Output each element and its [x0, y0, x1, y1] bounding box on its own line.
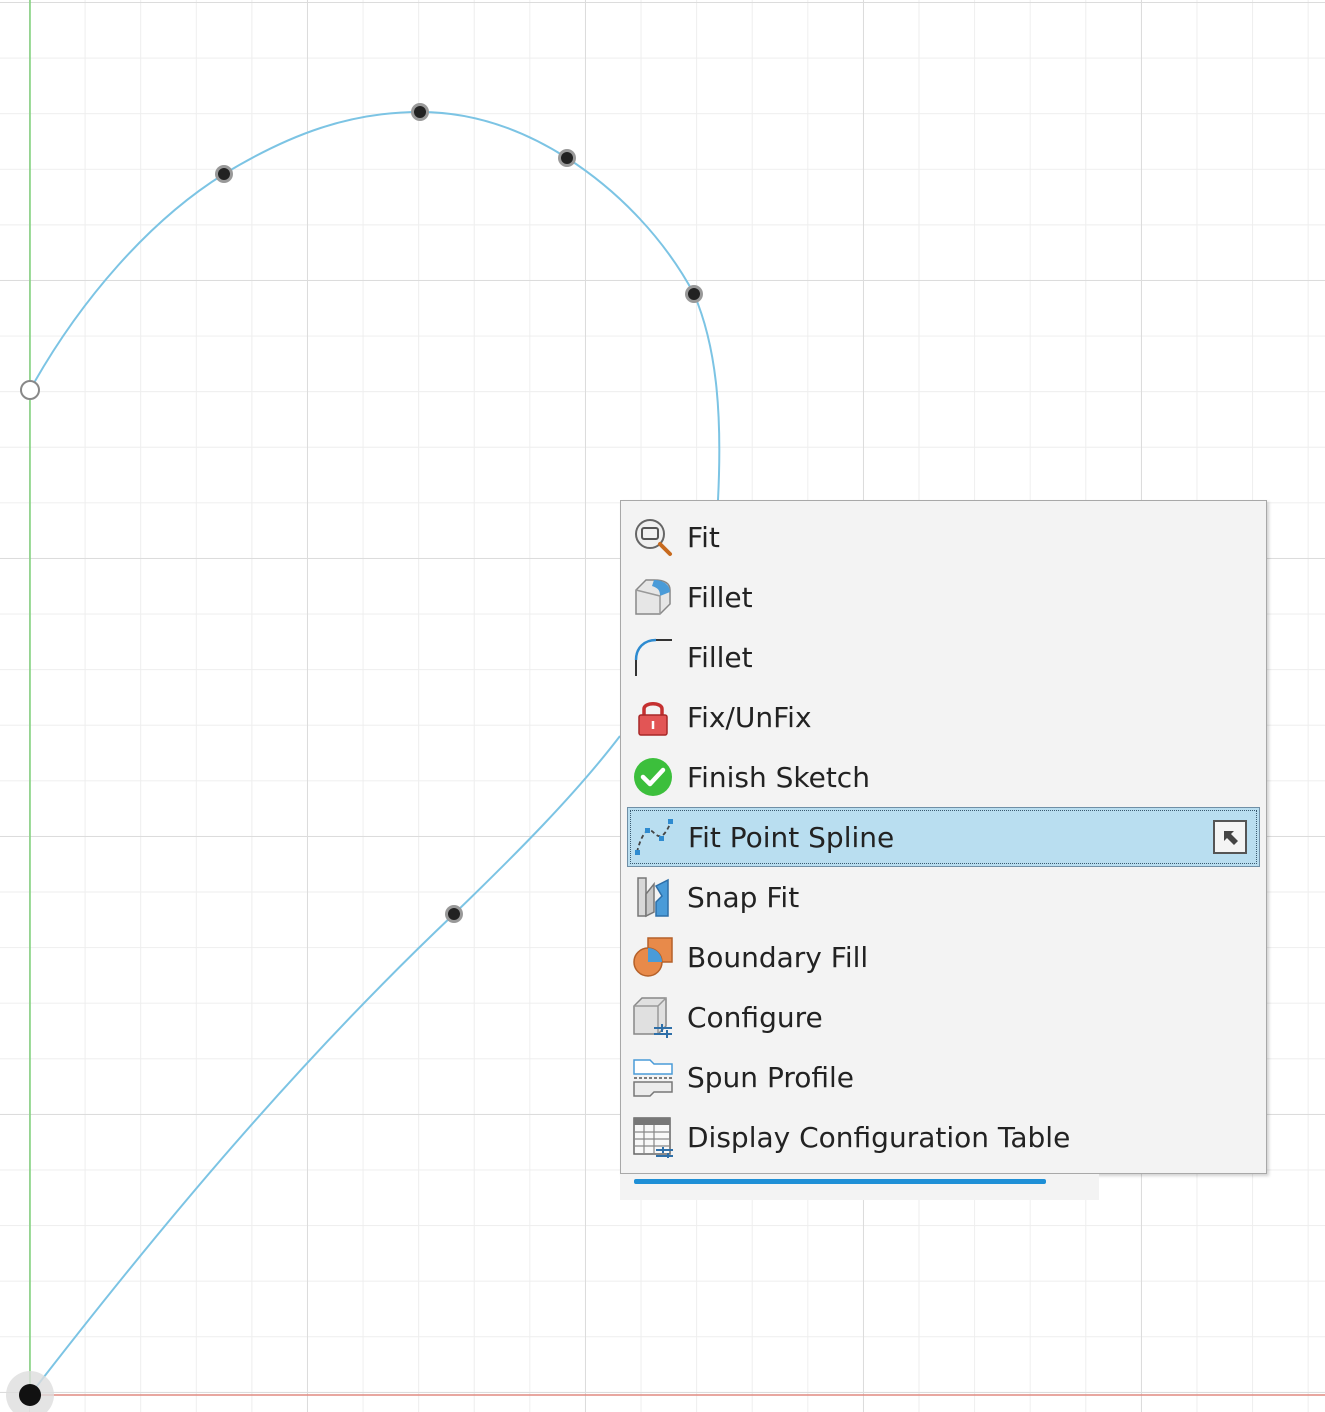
menu-item-snap-fit[interactable]: Snap Fit: [621, 867, 1266, 927]
lock-icon: [631, 695, 675, 739]
spun-profile-icon: [631, 1055, 675, 1099]
menu-item-finish-sketch[interactable]: Finish Sketch: [621, 747, 1266, 807]
zoom-fit-icon: [631, 515, 675, 559]
fit-point[interactable]: [685, 285, 703, 303]
spline-curve[interactable]: [29, 110, 721, 501]
fit-point-spline-icon: [632, 815, 676, 859]
fit-point[interactable]: [411, 103, 429, 121]
menu-item-sketch-fillet[interactable]: Fillet: [621, 627, 1266, 687]
fit-point[interactable]: [558, 149, 576, 167]
menu-item-label: Configure: [687, 1000, 823, 1034]
fit-point[interactable]: [445, 905, 463, 923]
menu-item-label: Snap Fit: [687, 880, 800, 914]
menu-item-fix-unfix[interactable]: Fix/UnFix: [621, 687, 1266, 747]
menu-item-label: Boundary Fill: [687, 940, 869, 974]
menu-item-boundary-fill[interactable]: Boundary Fill: [621, 927, 1266, 987]
fit-point[interactable]: [215, 165, 233, 183]
origin-point[interactable]: [6, 1371, 54, 1412]
config-table-icon: [631, 1115, 675, 1159]
checkmark-icon: [631, 755, 675, 799]
pin-to-toolbar-icon[interactable]: [1213, 820, 1247, 854]
menu-item-configure[interactable]: Configure: [621, 987, 1266, 1047]
boundary-fill-icon: [631, 935, 675, 979]
menu-item-label: Fillet: [687, 640, 753, 674]
menu-item-label: Fix/UnFix: [687, 700, 812, 734]
menu-item-label: Fit: [687, 520, 720, 554]
spline-curve-lower[interactable]: [29, 735, 621, 1396]
menu-item-spun-profile[interactable]: Spun Profile: [621, 1047, 1266, 1107]
menu-item-label: Display Configuration Table: [687, 1120, 1071, 1154]
menu-item-label: Fillet: [687, 580, 753, 614]
menu-item-display-configuration-table[interactable]: Display Configuration Table: [621, 1107, 1266, 1167]
snap-fit-icon: [631, 875, 675, 919]
menu-item-label: Finish Sketch: [687, 760, 870, 794]
menu-item-fit[interactable]: Fit: [621, 507, 1266, 567]
menu-item-fit-point-spline[interactable]: Fit Point Spline: [627, 807, 1260, 867]
marking-menu-tail: [620, 1174, 1099, 1200]
configure-icon: [631, 995, 675, 1039]
menu-item-label: Spun Profile: [687, 1060, 855, 1094]
solid-fillet-icon: [631, 575, 675, 619]
progress-accent-bar: [634, 1179, 1046, 1184]
context-menu: Fit Fillet Fillet Fix/UnFix Finish Sketc…: [620, 500, 1267, 1174]
menu-item-solid-fillet[interactable]: Fillet: [621, 567, 1266, 627]
sketch-fillet-icon: [631, 635, 675, 679]
menu-item-label: Fit Point Spline: [688, 820, 895, 854]
spline-start-point[interactable]: [20, 380, 40, 400]
